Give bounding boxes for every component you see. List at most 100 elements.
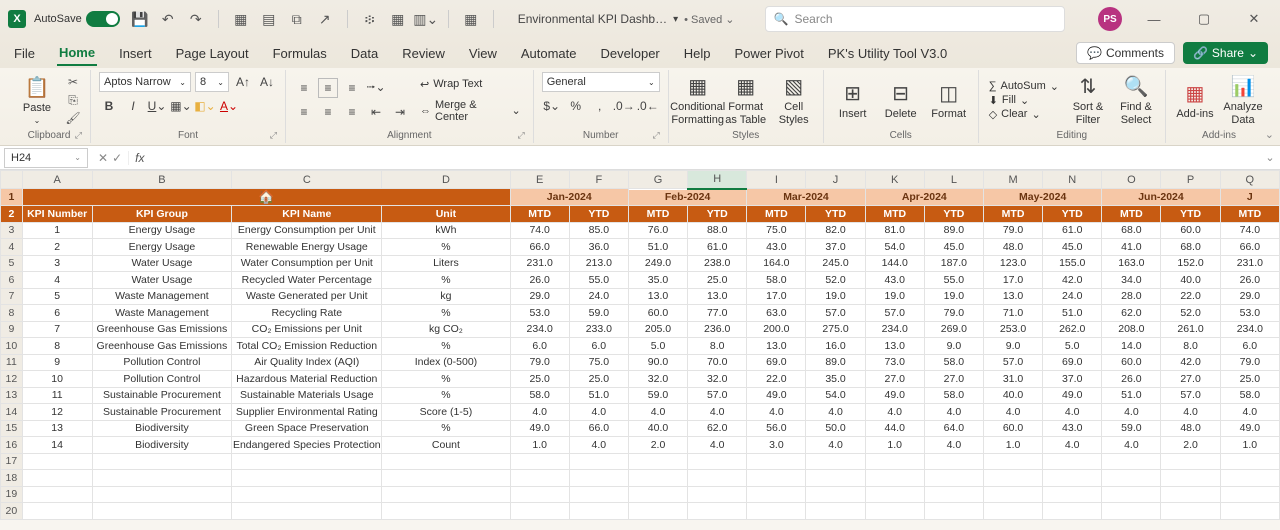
- indent-decrease-icon[interactable]: ⇤: [366, 102, 386, 122]
- enter-formula-icon[interactable]: ✓: [112, 151, 122, 165]
- tab-review[interactable]: Review: [400, 42, 447, 65]
- merge-center-button[interactable]: ⇔ Merge & Center ⌄: [416, 97, 525, 125]
- cell[interactable]: Green Space Preservation: [232, 420, 382, 437]
- cell[interactable]: 17.0: [983, 272, 1042, 289]
- cell[interactable]: 49.0: [1220, 420, 1279, 437]
- clear-button[interactable]: ◇ Clear ⌄: [987, 108, 1061, 121]
- cell[interactable]: [806, 470, 865, 487]
- qat-icon[interactable]: ▦: [388, 9, 408, 29]
- cell[interactable]: [22, 503, 92, 520]
- cell[interactable]: Greenhouse Gas Emissions: [92, 338, 232, 355]
- dialog-launcher-icon[interactable]: ⤢: [75, 130, 82, 141]
- cell[interactable]: 13.0: [865, 338, 924, 355]
- cell[interactable]: 27.0: [924, 371, 983, 388]
- dialog-launcher-icon[interactable]: ⤢: [270, 130, 277, 141]
- align-right-icon[interactable]: ≡: [342, 102, 362, 122]
- tab-utility[interactable]: PK's Utility Tool V3.0: [826, 42, 949, 65]
- cell[interactable]: [628, 503, 687, 520]
- row-header[interactable]: 20: [1, 503, 23, 520]
- currency-icon[interactable]: $⌄: [542, 96, 562, 116]
- insert-cells-button[interactable]: ⊞Insert: [832, 81, 874, 120]
- cell[interactable]: 26.0: [510, 272, 569, 289]
- cell[interactable]: %: [382, 387, 510, 404]
- cell[interactable]: [92, 453, 232, 470]
- cell[interactable]: Energy Usage: [92, 222, 232, 239]
- cell[interactable]: 44.0: [865, 420, 924, 437]
- cell[interactable]: [1220, 486, 1279, 503]
- decrease-decimal-icon[interactable]: .0←: [638, 96, 658, 116]
- cell[interactable]: 68.0: [1161, 239, 1220, 256]
- cell[interactable]: 269.0: [924, 321, 983, 338]
- cell[interactable]: 45.0: [924, 239, 983, 256]
- cell[interactable]: 34.0: [1102, 272, 1161, 289]
- row-header[interactable]: 19: [1, 486, 23, 503]
- cell[interactable]: 16.0: [806, 338, 865, 355]
- column-header[interactable]: C: [232, 171, 382, 189]
- cell[interactable]: 208.0: [1102, 321, 1161, 338]
- copy-icon[interactable]: ⎘: [64, 92, 82, 108]
- cell[interactable]: 2.0: [628, 437, 687, 454]
- cell[interactable]: 68.0: [1102, 222, 1161, 239]
- cell[interactable]: Air Quality Index (AQI): [232, 354, 382, 371]
- cell[interactable]: Score (1-5): [382, 404, 510, 421]
- column-header[interactable]: E: [510, 171, 569, 189]
- tab-file[interactable]: File: [12, 42, 37, 65]
- cell[interactable]: 13.0: [628, 288, 687, 305]
- cell[interactable]: [569, 470, 628, 487]
- cell[interactable]: 233.0: [569, 321, 628, 338]
- wrap-text-button[interactable]: ↩ Wrap Text: [416, 76, 525, 93]
- row-header[interactable]: 5: [1, 255, 23, 272]
- cell[interactable]: 4.0: [924, 404, 983, 421]
- cell[interactable]: Energy Consumption per Unit: [232, 222, 382, 239]
- cell[interactable]: 8: [22, 338, 92, 355]
- cell[interactable]: 73.0: [865, 354, 924, 371]
- fx-icon[interactable]: fx: [129, 151, 150, 165]
- cell[interactable]: kWh: [382, 222, 510, 239]
- tab-help[interactable]: Help: [682, 42, 713, 65]
- cell[interactable]: 89.0: [924, 222, 983, 239]
- cell[interactable]: [983, 470, 1042, 487]
- cell[interactable]: 88.0: [688, 222, 747, 239]
- cell[interactable]: Total CO₂ Emission Reduction: [232, 338, 382, 355]
- paste-button[interactable]: 📋 Paste⌄: [16, 75, 58, 125]
- cell[interactable]: Supplier Environmental Rating: [232, 404, 382, 421]
- column-header[interactable]: P: [1161, 171, 1220, 189]
- cell[interactable]: Biodiversity: [92, 437, 232, 454]
- cell[interactable]: 4.0: [1043, 437, 1102, 454]
- cell[interactable]: 53.0: [510, 305, 569, 322]
- cell[interactable]: [1102, 453, 1161, 470]
- cell[interactable]: 236.0: [688, 321, 747, 338]
- cell[interactable]: 40.0: [1161, 272, 1220, 289]
- cell[interactable]: 56.0: [747, 420, 806, 437]
- col-kpi-number[interactable]: KPI Number: [22, 206, 92, 223]
- fill-button[interactable]: ⬇ Fill ⌄: [987, 94, 1061, 107]
- cell[interactable]: [628, 453, 687, 470]
- cell[interactable]: 51.0: [1043, 305, 1102, 322]
- cell[interactable]: %: [382, 239, 510, 256]
- row-header[interactable]: 1: [1, 189, 23, 206]
- tab-data[interactable]: Data: [349, 42, 380, 65]
- undo-icon[interactable]: ↶: [158, 9, 178, 29]
- autosave-toggle[interactable]: [86, 11, 120, 27]
- tab-power-pivot[interactable]: Power Pivot: [733, 42, 806, 65]
- cell[interactable]: 42.0: [1043, 272, 1102, 289]
- cell[interactable]: Sustainable Procurement: [92, 387, 232, 404]
- cell[interactable]: 59.0: [628, 387, 687, 404]
- cell[interactable]: [232, 453, 382, 470]
- period-header[interactable]: YTD: [688, 206, 747, 223]
- tab-view[interactable]: View: [467, 42, 499, 65]
- cell[interactable]: 81.0: [865, 222, 924, 239]
- row-header[interactable]: 7: [1, 288, 23, 305]
- row-header[interactable]: 15: [1, 420, 23, 437]
- cell[interactable]: %: [382, 371, 510, 388]
- formula-input[interactable]: [150, 148, 1260, 168]
- cell[interactable]: 12: [22, 404, 92, 421]
- cell[interactable]: 55.0: [569, 272, 628, 289]
- format-cells-button[interactable]: ◫Format: [928, 81, 970, 120]
- cell[interactable]: [232, 503, 382, 520]
- cell[interactable]: 59.0: [1102, 420, 1161, 437]
- cell[interactable]: [1102, 503, 1161, 520]
- cell[interactable]: 4.0: [688, 404, 747, 421]
- cell[interactable]: 4.0: [1102, 437, 1161, 454]
- cell[interactable]: 152.0: [1161, 255, 1220, 272]
